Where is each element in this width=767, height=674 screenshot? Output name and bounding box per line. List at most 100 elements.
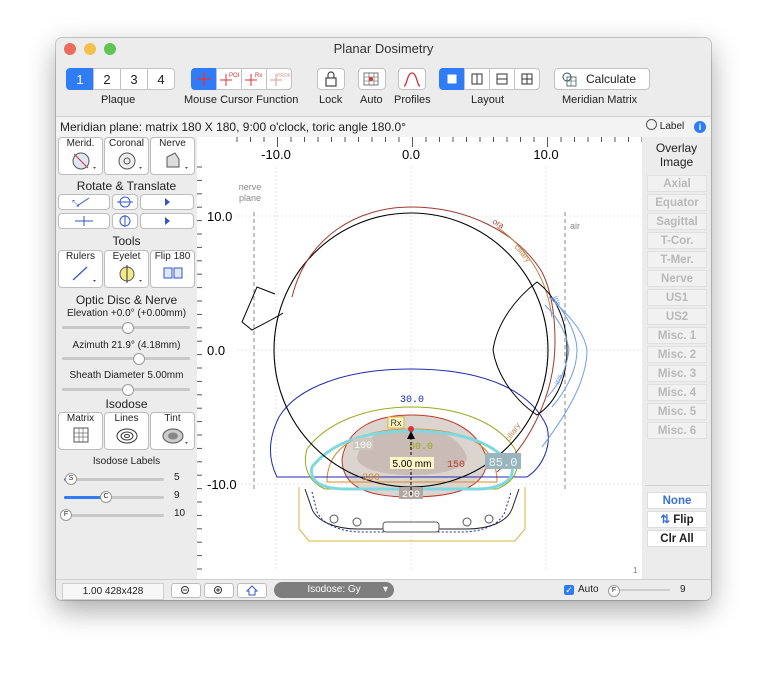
cursor-rx-button[interactable]: Rx: [241, 68, 267, 90]
window-title: Planar Dosimetry: [333, 41, 434, 56]
plot-svg[interactable]: -10.0 0.0 10.0 10.0 0.0 -10.0 nerve plane air: [197, 137, 643, 579]
x-tick-label: 0.0: [402, 147, 420, 162]
layout-quad-button[interactable]: [514, 68, 540, 90]
ciliary-line: [496, 226, 553, 318]
cursor-crosshair-button[interactable]: [191, 68, 217, 90]
overlay-none-button[interactable]: None: [647, 492, 707, 509]
elevation-label: Elevation +0.0° (+0.00mm): [66, 308, 187, 319]
slider-thumb[interactable]: S: [65, 473, 77, 485]
label-toggle[interactable]: Label: [646, 117, 684, 137]
isodose-30-label: 30.0: [400, 395, 424, 406]
plaque-label: Plaque: [101, 94, 136, 106]
info-icon[interactable]: i: [694, 121, 706, 133]
profile-curve-icon: [403, 72, 421, 87]
isodose-label-slider[interactable]: S5: [56, 472, 197, 486]
elevation-slider-thumb[interactable]: [122, 322, 134, 334]
translate-left-button[interactable]: [58, 213, 110, 229]
rulers-button[interactable]: Rulers: [58, 250, 103, 288]
translate-center-button[interactable]: [112, 213, 138, 229]
translate-right-button[interactable]: [140, 213, 194, 229]
slider-thumb[interactable]: F: [60, 509, 72, 521]
quad-split-icon: [521, 73, 533, 85]
overlay-button[interactable]: Misc. 2: [647, 346, 707, 363]
lock-icon: [325, 71, 337, 87]
azimuth-slider[interactable]: [62, 357, 190, 360]
overlay-button[interactable]: Nerve: [647, 270, 707, 287]
y-tick-label: -10.0: [207, 477, 237, 492]
isodose-label-slider[interactable]: F 10: [56, 508, 197, 522]
plaque-seed-right2: [462, 517, 472, 527]
translate-circle-icon: [119, 215, 131, 227]
profiles-button[interactable]: [398, 68, 426, 90]
eyelet-icon: [119, 265, 142, 283]
x-tick-label: -10.0: [261, 147, 291, 162]
layout-vertical-split-button[interactable]: [464, 68, 490, 90]
overlay-button[interactable]: Equator: [647, 194, 707, 211]
rotate-left-button[interactable]: ⤡: [58, 194, 110, 210]
overlay-button[interactable]: T-Cor.: [647, 232, 707, 249]
auto-checkbox[interactable]: ✓: [564, 585, 574, 595]
overlay-button[interactable]: Misc. 1: [647, 327, 707, 344]
dosimetry-plot[interactable]: -10.0 0.0 10.0 10.0 0.0 -10.0 nerve plane air: [197, 137, 643, 579]
azimuth-slider-thumb[interactable]: [133, 353, 145, 365]
isodose-units-popup[interactable]: Isodose: Gy ▾: [274, 582, 394, 598]
minimize-window-button[interactable]: [84, 43, 96, 55]
zoom-window-button[interactable]: [104, 43, 116, 55]
layout-single-button[interactable]: [439, 68, 465, 90]
slider-value: 5: [174, 472, 180, 483]
iris-label: iris: [551, 295, 563, 308]
flip-180-button[interactable]: Flip 180: [150, 250, 195, 288]
zoom-out-icon: [181, 586, 189, 594]
overlay-flip-button[interactable]: ⇅ Flip: [647, 511, 707, 528]
overlay-button[interactable]: Misc. 5: [647, 403, 707, 420]
isodose-label-slider[interactable]: C9: [56, 490, 197, 504]
slider-track[interactable]: [64, 478, 164, 481]
slider-track[interactable]: [64, 514, 164, 517]
auto-button[interactable]: [358, 68, 386, 90]
lines-button[interactable]: Lines: [104, 412, 149, 450]
calculate-button[interactable]: Calculate: [554, 68, 650, 90]
plaque-4-button[interactable]: 4: [147, 68, 175, 90]
label-toggle-text: Label: [659, 121, 685, 132]
cursor-prof-button[interactable]: PROF: [266, 68, 292, 90]
clear-all-button[interactable]: Clr All: [647, 530, 707, 547]
overlay-button[interactable]: US2: [647, 308, 707, 325]
sheath-slider-thumb[interactable]: [122, 384, 134, 396]
rotate-center-button[interactable]: [112, 194, 138, 210]
air-text: air: [570, 221, 580, 231]
cursor-poi-button[interactable]: POI: [216, 68, 242, 90]
overlay-button[interactable]: Misc. 4: [647, 384, 707, 401]
layout-horizontal-split-button[interactable]: [489, 68, 515, 90]
layout-label: Layout: [471, 94, 505, 106]
meridian-view-button[interactable]: Merid.: [58, 137, 103, 175]
lock-button[interactable]: [317, 68, 345, 90]
zoom-in-button[interactable]: [204, 583, 234, 598]
overlay-button[interactable]: Misc. 6: [647, 422, 707, 439]
home-button[interactable]: [237, 583, 267, 598]
plaque-2-button[interactable]: 2: [93, 68, 121, 90]
isodose-150-label: 150: [447, 460, 465, 471]
close-window-button[interactable]: [64, 43, 76, 55]
plaque-slot: [382, 521, 440, 533]
matrix-button[interactable]: Matrix: [58, 412, 103, 450]
overlay-button[interactable]: Axial: [647, 175, 707, 192]
overlay-button[interactable]: US1: [647, 289, 707, 306]
tint-button[interactable]: Tint: [150, 412, 195, 450]
plaque-3-button[interactable]: 3: [120, 68, 148, 90]
overlay-button[interactable]: Sagittal: [647, 213, 707, 230]
zoom-out-button[interactable]: [171, 583, 201, 598]
bottom-slider-thumb[interactable]: F: [608, 585, 620, 597]
overlay-button[interactable]: Misc. 3: [647, 365, 707, 382]
coronal-view-button[interactable]: Coronal: [104, 137, 149, 175]
translate-horizontal-icon: [75, 216, 93, 226]
auto-grid-icon: [363, 72, 379, 86]
vertical-split-icon: [471, 73, 483, 85]
rotate-right-button[interactable]: [140, 194, 194, 210]
slider-thumb[interactable]: C: [100, 491, 112, 503]
meridian-label: Merid.: [66, 138, 95, 149]
eyelet-label: Eyelet: [112, 251, 141, 262]
overlay-button[interactable]: T-Mer.: [647, 251, 707, 268]
plaque-1-button[interactable]: 1: [66, 68, 94, 90]
eyelet-button[interactable]: Eyelet: [104, 250, 149, 288]
nerve-view-button[interactable]: Nerve: [150, 137, 195, 175]
